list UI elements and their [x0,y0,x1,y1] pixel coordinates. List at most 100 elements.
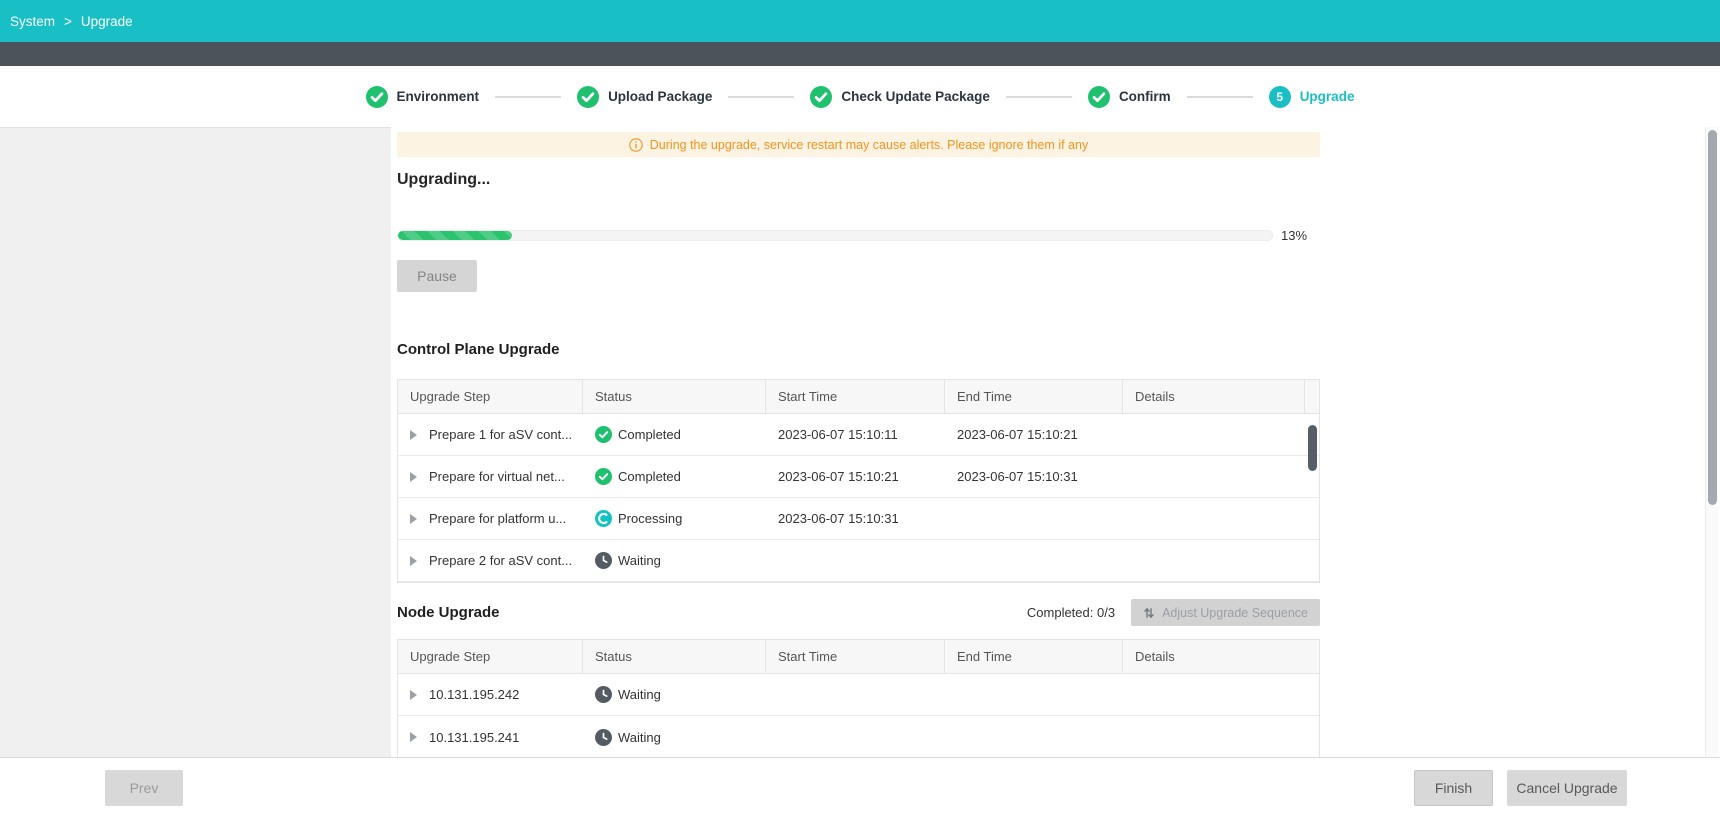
details-cell [1123,540,1319,581]
node-upgrade-table: Upgrade Step Status Start Time End Time … [397,639,1320,759]
notice-text: During the upgrade, service restart may … [650,138,1088,152]
table-row: Prepare 1 for aSV cont... Completed 2023… [398,414,1319,456]
cancel-upgrade-button[interactable]: Cancel Upgrade [1507,770,1627,806]
progress-fill [398,231,512,240]
adjust-upgrade-sequence-button[interactable]: Adjust Upgrade Sequence [1131,599,1320,626]
expand-caret-icon[interactable] [410,690,417,700]
prev-button[interactable]: Prev [105,770,183,806]
table-header: Upgrade Step Status Start Time End Time … [398,380,1319,414]
status-cell: Waiting [618,687,661,702]
control-plane-table: Upgrade Step Status Start Time End Time … [397,379,1320,583]
upgrading-title: Upgrading... [397,171,490,189]
backdrop-bar [0,42,1720,66]
start-time-cell: 2023-06-07 15:10:21 [766,456,945,497]
breadcrumb-bar: System > Upgrade [0,0,1720,42]
step-connector [1187,96,1253,98]
upgrade-step-cell: Prepare 1 for aSV cont... [429,427,572,442]
status-cell: Completed [618,469,681,484]
table-body: 10.131.195.242 Waiting 10.131.195.241 Wa… [398,674,1319,758]
details-cell [1123,498,1319,539]
col-upgrade-step: Upgrade Step [398,380,583,413]
step-connector [495,96,561,98]
expand-caret-icon[interactable] [410,556,417,566]
start-time-cell: 2023-06-07 15:10:31 [766,498,945,539]
step-environment: Environment [366,86,480,108]
notice-banner: During the upgrade, service restart may … [397,132,1320,157]
table-row: Prepare 2 for aSV cont... Waiting [398,540,1319,582]
end-time-cell: 2023-06-07 15:10:21 [945,414,1123,455]
col-details: Details [1123,380,1304,413]
step-label: Upgrade [1300,89,1355,104]
expand-caret-icon[interactable] [410,732,417,742]
breadcrumb-separator: > [64,14,72,29]
end-time-cell [945,498,1123,539]
status-cell: Processing [618,511,682,526]
table-body: Prepare 1 for aSV cont... Completed 2023… [398,414,1319,582]
details-cell [1123,716,1319,758]
step-upgrade-current: 5 Upgrade [1269,86,1355,108]
table-row: 10.131.195.242 Waiting [398,674,1319,716]
step-connector [728,96,794,98]
upgrade-step-cell: Prepare 2 for aSV cont... [429,553,572,568]
breadcrumb-system[interactable]: System [10,14,55,29]
start-time-cell [766,674,945,715]
start-time-cell: 2023-06-07 15:10:11 [766,414,945,455]
col-start-time: Start Time [766,640,945,673]
details-cell [1123,414,1319,455]
status-cell: Completed [618,427,681,442]
node-ip-cell: 10.131.195.242 [429,687,519,702]
step-check-icon [810,86,832,108]
table-scrollbar-thumb[interactable] [1308,425,1317,471]
col-status: Status [583,380,766,413]
details-cell [1123,674,1319,715]
details-cell [1123,456,1319,497]
finish-button[interactable]: Finish [1414,770,1493,806]
sort-arrows-icon [1143,607,1155,619]
end-time-cell: 2023-06-07 15:10:31 [945,456,1123,497]
step-confirm: Confirm [1088,86,1171,108]
table-row: 10.131.195.241 Waiting [398,716,1319,758]
page-scrollbar[interactable] [1705,127,1718,757]
start-time-cell [766,716,945,758]
expand-caret-icon[interactable] [410,430,417,440]
expand-caret-icon[interactable] [410,472,417,482]
control-plane-title: Control Plane Upgrade [397,341,560,358]
start-time-cell [766,540,945,581]
breadcrumb: System > Upgrade [10,14,133,29]
step-check-icon [1088,86,1110,108]
progress-bar [397,230,1273,241]
node-upgrade-title: Node Upgrade [397,604,500,621]
left-panel-background [0,127,391,757]
end-time-cell [945,716,1123,758]
upgrade-step-cell: Prepare for platform u... [429,511,566,526]
table-header: Upgrade Step Status Start Time End Time … [398,640,1319,674]
end-time-cell [945,540,1123,581]
col-start-time: Start Time [766,380,945,413]
col-details: Details [1123,640,1319,673]
col-status: Status [583,640,766,673]
info-icon [629,138,643,152]
completed-icon [595,426,612,443]
step-label: Confirm [1119,89,1171,104]
waiting-icon [595,686,612,703]
expand-caret-icon[interactable] [410,514,417,524]
wizard-body: During the upgrade, service restart may … [0,127,1720,817]
wizard-stepper: Environment Upload Package Check Update … [0,66,1720,127]
completed-icon [595,468,612,485]
step-label: Upload Package [608,89,712,104]
table-scrollbar-gutter [1304,380,1319,413]
step-check-update-package: Check Update Package [810,86,990,108]
pause-button[interactable]: Pause [397,260,477,292]
upgrade-step-cell: Prepare for virtual net... [429,469,565,484]
end-time-cell [945,674,1123,715]
col-upgrade-step: Upgrade Step [398,640,583,673]
step-upload-package: Upload Package [577,86,712,108]
step-label: Check Update Package [841,89,990,104]
waiting-icon [595,552,612,569]
page-scrollbar-thumb[interactable] [1708,130,1717,505]
table-row: Prepare for platform u... Processing 202… [398,498,1319,540]
step-number-badge: 5 [1269,86,1291,108]
progress-row: 13% [397,228,1320,243]
col-end-time: End Time [945,640,1123,673]
table-row: Prepare for virtual net... Completed 202… [398,456,1319,498]
